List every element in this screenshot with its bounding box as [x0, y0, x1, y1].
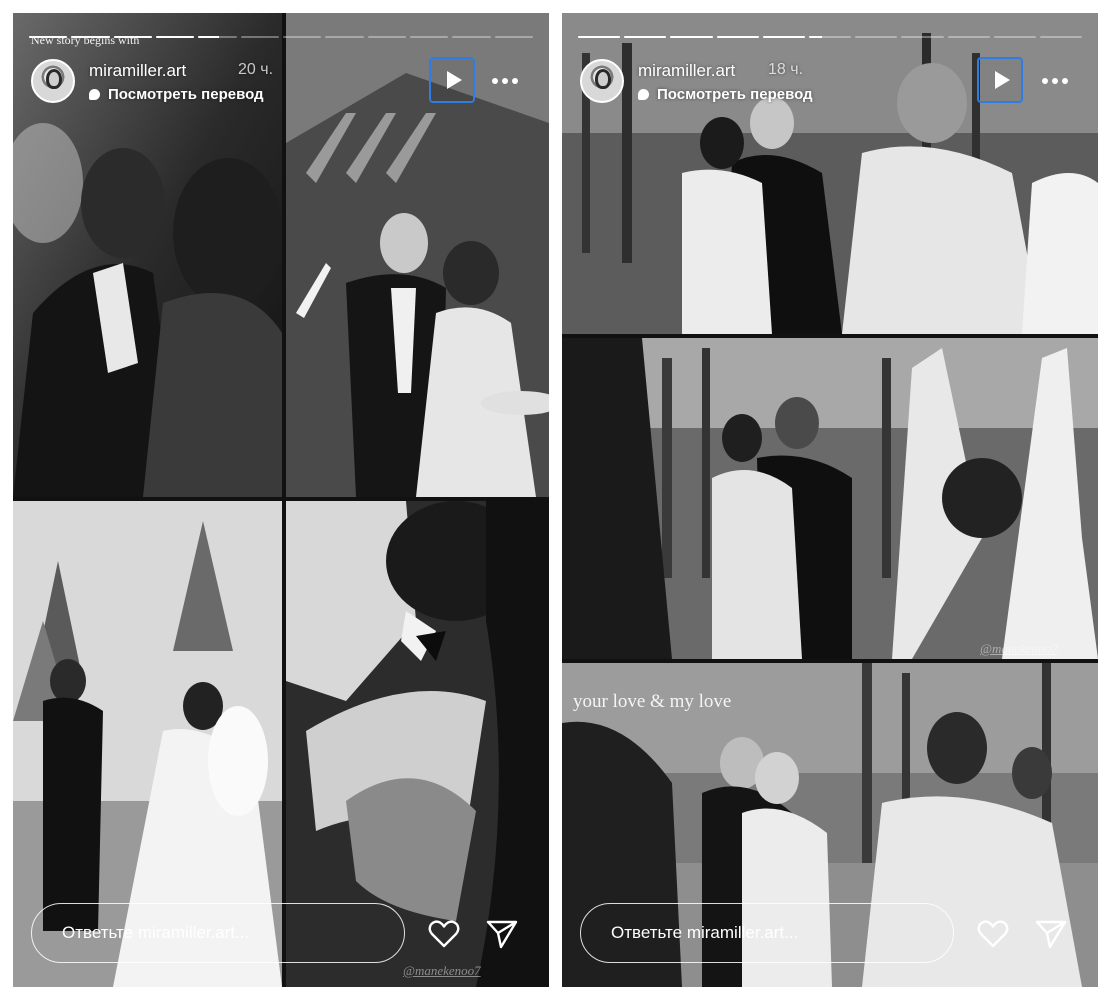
story-footer: Ответьте miramiller.art... [31, 903, 531, 965]
see-translation-label: Посмотреть перевод [657, 86, 813, 103]
story-caption: New story begins with [31, 33, 140, 47]
progress-segment [155, 36, 195, 38]
story-photo-couple-kiss-forest [562, 338, 1098, 659]
like-button[interactable] [976, 917, 1010, 951]
reply-input[interactable]: Ответьте miramiller.art... [31, 903, 405, 963]
story-overlay-text: your love & my love [573, 691, 732, 712]
progress-segment [452, 36, 491, 38]
progress-segment [325, 36, 364, 38]
progress-segment [947, 36, 990, 38]
more-icon [492, 78, 498, 84]
like-button[interactable] [427, 917, 461, 951]
see-translation-link[interactable]: Посмотреть перевод [638, 86, 813, 103]
progress-segment [808, 36, 852, 38]
see-translation-link[interactable]: Посмотреть перевод [89, 86, 264, 103]
post-time: 18 ч. [768, 61, 804, 78]
send-icon [1035, 920, 1067, 949]
see-translation-label: Посмотреть перевод [108, 86, 264, 103]
progress-segment [855, 36, 898, 38]
more-icon [1042, 78, 1048, 84]
play-button[interactable] [429, 57, 475, 103]
story-progress-bar [578, 36, 1083, 39]
story-viewer-left[interactable]: New story begins with miramiller.art 20 … [13, 13, 549, 987]
story-footer: Ответьте miramiller.art... [580, 903, 1080, 965]
share-button[interactable] [1034, 917, 1068, 951]
heart-icon [977, 920, 1009, 948]
share-button[interactable] [485, 917, 519, 951]
send-icon [486, 920, 518, 949]
story-header: miramiller.art 20 ч. Посмотреть перевод [31, 57, 531, 109]
progress-segment [240, 36, 279, 38]
more-options-button[interactable] [485, 71, 525, 91]
story-header: miramiller.art 18 ч. Посмотреть перевод [580, 57, 1080, 109]
heart-icon [428, 920, 460, 948]
username[interactable]: miramiller.art [89, 61, 186, 81]
speech-bubble-icon [638, 89, 649, 100]
story-viewer-right[interactable]: miramiller.art 18 ч. Посмотреть перевод … [562, 13, 1098, 987]
progress-segment [409, 36, 449, 38]
watermark: @manekenoo7 [403, 963, 481, 978]
username[interactable]: miramiller.art [638, 61, 735, 81]
play-button[interactable] [977, 57, 1023, 103]
more-options-button[interactable] [1035, 71, 1075, 91]
watermark: @manekenoo7 [980, 641, 1058, 656]
avatar[interactable] [31, 59, 75, 103]
progress-segment [901, 36, 944, 38]
post-time: 20 ч. [238, 61, 274, 78]
progress-segment [716, 36, 759, 38]
progress-segment [494, 36, 533, 38]
progress-segment [198, 36, 237, 38]
progress-segment [282, 36, 322, 38]
progress-segment [762, 36, 805, 38]
progress-segment [1039, 36, 1083, 38]
progress-segment [367, 36, 406, 38]
progress-segment [624, 36, 667, 38]
progress-segment [670, 36, 713, 38]
avatar[interactable] [580, 59, 624, 103]
play-icon [446, 71, 462, 89]
progress-segment [578, 36, 621, 38]
reply-input[interactable]: Ответьте miramiller.art... [580, 903, 954, 963]
play-icon [994, 71, 1010, 89]
progress-segment [993, 36, 1036, 38]
speech-bubble-icon [89, 89, 100, 100]
